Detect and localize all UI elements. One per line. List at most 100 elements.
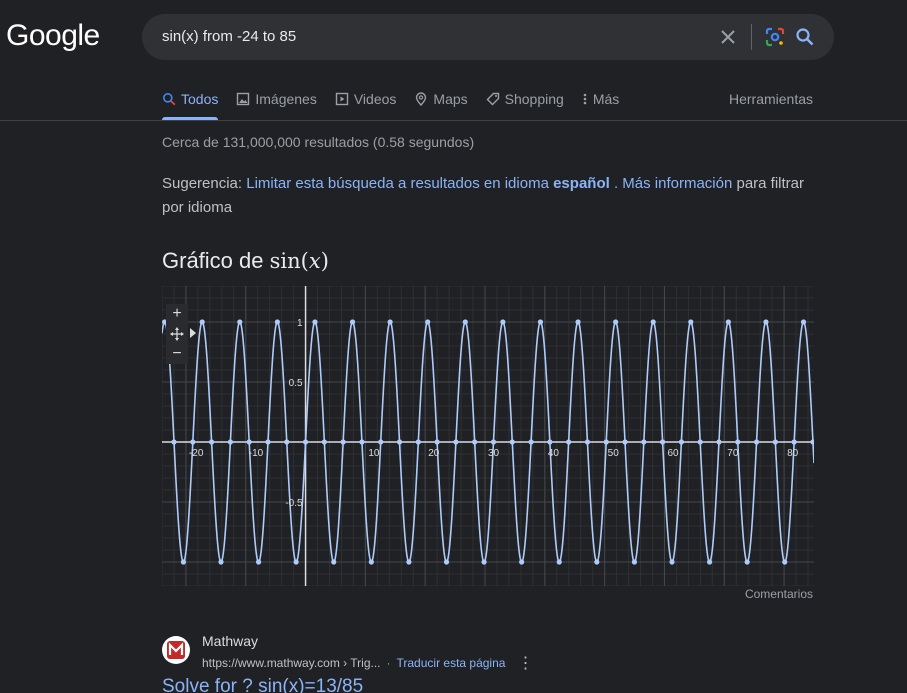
key-point: [180, 559, 187, 565]
graph-title: Gráfico de sin(x): [162, 248, 329, 274]
key-point: [660, 439, 666, 445]
result-url[interactable]: https://www.mathway.com › Trig...: [202, 656, 381, 670]
tab-videos[interactable]: Videos: [335, 82, 396, 116]
key-point: [378, 439, 384, 445]
x-tick-label: 80: [787, 448, 799, 459]
feedback-link[interactable]: Comentarios: [745, 587, 813, 601]
key-point: [312, 319, 318, 325]
key-point: [782, 559, 788, 565]
more-info-link[interactable]: . Más información: [614, 175, 732, 192]
key-point: [622, 439, 628, 445]
x-tick-label: 60: [667, 448, 679, 459]
result-stats: Cerca de 131,000,000 resultados (0.58 se…: [162, 134, 475, 150]
key-point: [453, 439, 459, 445]
key-point: [462, 319, 468, 325]
key-point: [697, 439, 703, 445]
key-point: [293, 559, 299, 565]
key-point: [406, 559, 412, 565]
key-point: [368, 559, 374, 565]
key-point: [227, 439, 233, 445]
key-point: [800, 319, 807, 325]
tab-mas[interactable]: Más: [582, 82, 619, 116]
play-arrow-icon[interactable]: [190, 328, 196, 338]
result-site-name[interactable]: Mathway: [202, 633, 258, 649]
key-point: [763, 319, 769, 325]
key-point: [613, 319, 619, 325]
tab-label: Imágenes: [255, 91, 317, 107]
google-logo[interactable]: Google: [6, 19, 100, 53]
key-point: [349, 319, 356, 325]
tab-label: Más: [592, 91, 620, 107]
x-tick-label: 30: [488, 448, 500, 459]
lens-icon[interactable]: [760, 22, 790, 52]
limit-language-link[interactable]: Limitar esta búsqueda a resultados en id…: [246, 175, 610, 192]
key-point: [246, 439, 252, 445]
key-point: [725, 319, 731, 325]
key-point: [472, 439, 478, 445]
y-tick-label: 1: [297, 318, 303, 329]
x-tick-label: -10: [249, 448, 264, 459]
key-point: [594, 559, 600, 565]
key-point: [237, 319, 243, 325]
key-point: [387, 319, 393, 325]
key-point: [218, 559, 224, 565]
key-point: [537, 319, 544, 325]
key-point: [735, 439, 741, 445]
key-point: [434, 439, 440, 445]
key-point: [669, 559, 675, 565]
key-point: [481, 559, 487, 565]
search-icon[interactable]: [790, 22, 820, 52]
key-point: [199, 319, 205, 325]
key-point: [641, 439, 647, 445]
key-point: [631, 559, 638, 565]
tabs-divider: [0, 120, 907, 121]
key-point: [556, 559, 562, 565]
search-input[interactable]: [162, 14, 682, 60]
function-graph[interactable]: -20 -10 10 20 30 40 50 60 70 80 1 0.5 -0.5: [162, 286, 814, 586]
zoom-in-button[interactable]: +: [166, 304, 188, 324]
translate-link[interactable]: Traducir esta página: [397, 656, 506, 670]
play-icon: [335, 92, 349, 106]
tab-maps[interactable]: Maps: [414, 82, 468, 116]
zoom-controls: + −: [166, 304, 188, 364]
result-title-link[interactable]: Solve for ? sin(x)=13/85: [162, 676, 363, 693]
key-point: [509, 439, 515, 445]
key-point: [716, 439, 722, 445]
key-point: [772, 439, 778, 445]
key-point: [425, 319, 431, 325]
mathway-favicon: [162, 636, 190, 664]
tab-label: Todos: [181, 91, 219, 107]
key-point: [791, 439, 797, 445]
search-icon: [163, 93, 176, 106]
x-tick-label: 70: [727, 448, 739, 459]
tab-todos[interactable]: Todos: [162, 82, 219, 120]
x-tick-label: -20: [189, 448, 204, 459]
graph-svg[interactable]: -20 -10 10 20 30 40 50 60 70 80 1 0.5 -0.5: [162, 286, 814, 586]
tab-shopping[interactable]: Shopping: [486, 82, 564, 116]
key-point: [265, 439, 271, 445]
key-point: [678, 439, 684, 445]
search-tabs: Todos Imágenes Videos Maps Shopping Más: [162, 82, 813, 120]
more-vert-icon: [583, 93, 587, 105]
key-point: [443, 559, 450, 565]
more-vert-icon[interactable]: ⋮: [517, 653, 533, 673]
language-suggestion: Sugerencia: Limitar esta búsqueda a resu…: [162, 172, 814, 220]
map-pin-icon: [416, 92, 427, 106]
key-point: [753, 439, 760, 445]
key-point: [302, 439, 309, 445]
clear-icon[interactable]: [713, 22, 743, 52]
result-url-row: https://www.mathway.com › Trig... · Trad…: [202, 653, 533, 673]
zoom-out-button[interactable]: −: [166, 344, 188, 364]
key-point: [340, 439, 346, 445]
search-divider: [751, 24, 752, 50]
y-tick-label: 0.5: [289, 378, 303, 389]
key-point: [706, 559, 713, 565]
image-icon: [237, 92, 250, 106]
tab-imagenes[interactable]: Imágenes: [236, 82, 317, 116]
key-point: [566, 439, 572, 445]
key-point: [650, 319, 656, 325]
key-point: [190, 439, 196, 445]
tools-button[interactable]: Herramientas: [729, 82, 813, 116]
pan-move-icon[interactable]: [166, 324, 188, 344]
key-point: [584, 439, 591, 445]
